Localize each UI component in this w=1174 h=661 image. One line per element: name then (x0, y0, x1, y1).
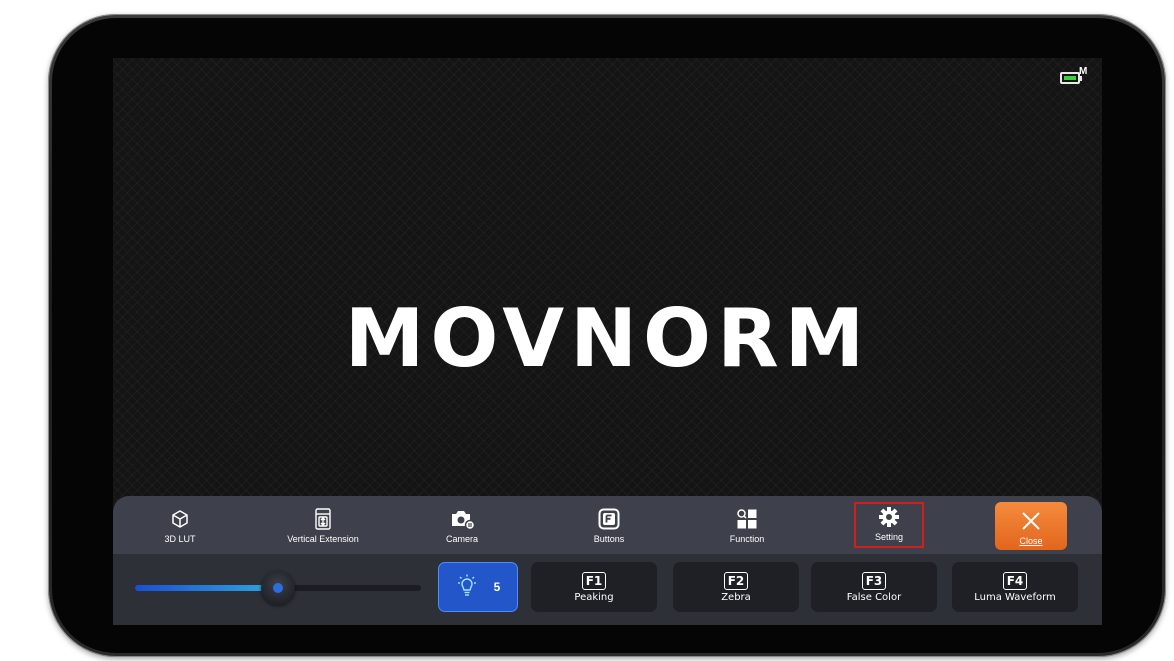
toolbar-item-close[interactable]: Close (995, 502, 1067, 550)
monitor-screen: M MOVNORM 3D LUT Vertical Extension Came… (113, 58, 1102, 625)
function-key-label: Zebra (721, 591, 751, 603)
toolbar-label: 3D LUT (164, 534, 196, 544)
brand-logo: MOVNORM (344, 292, 871, 385)
vertical-extension-icon (314, 507, 332, 531)
toolbar-item-3d-lut[interactable]: 3D LUT (125, 502, 235, 548)
f-button-icon (598, 507, 620, 531)
toolbar-label: Vertical Extension (287, 534, 359, 544)
close-icon (1020, 509, 1042, 533)
quick-controls: 5 F1 Peaking F2 Zebra F3 False Color F4 … (113, 554, 1102, 625)
function-key-f3[interactable]: F3 False Color (811, 562, 937, 612)
function-key-badge: F1 (581, 571, 607, 590)
toolbar-label: Close (1019, 536, 1043, 546)
slider-fill (135, 585, 278, 591)
function-key-badge: F2 (723, 571, 749, 590)
function-key-label: Luma Waveform (974, 591, 1056, 603)
function-key-f4[interactable]: F4 Luma Waveform (952, 562, 1078, 612)
function-key-label: False Color (846, 591, 902, 603)
slider-thumb[interactable] (261, 571, 295, 605)
function-key-badge: F4 (1002, 571, 1028, 590)
toolbar-label: Camera (445, 534, 478, 544)
brightness-value: 5 (493, 580, 501, 594)
camera-icon (449, 507, 475, 531)
toolbar-item-buttons[interactable]: Buttons (554, 502, 664, 548)
function-key-label: Peaking (574, 591, 614, 603)
brightness-icon (456, 574, 478, 601)
brightness-button[interactable]: 5 (438, 562, 518, 612)
function-key-badge: F3 (861, 571, 887, 590)
grid-icon (736, 507, 758, 531)
function-key-f2[interactable]: F2 Zebra (673, 562, 799, 612)
battery-icon: M (1060, 66, 1088, 86)
toolbar-label: Buttons (593, 534, 625, 544)
toolbar-item-setting[interactable]: Setting (854, 502, 924, 548)
toolbar-label: Function (729, 534, 765, 544)
brightness-slider[interactable] (135, 571, 421, 605)
battery-mode-label: M (1079, 66, 1088, 77)
cube-icon (170, 507, 190, 531)
toolbar-item-camera[interactable]: Camera (407, 502, 517, 548)
control-panel: 3D LUT Vertical Extension Camera Buttons… (113, 496, 1102, 625)
toolbar-item-vertical-extension[interactable]: Vertical Extension (268, 502, 378, 548)
toolbar-label: Setting (874, 532, 904, 542)
function-key-f1[interactable]: F1 Peaking (531, 562, 657, 612)
gear-icon (878, 505, 900, 529)
toolbar-item-function[interactable]: Function (692, 502, 802, 548)
toolbar: 3D LUT Vertical Extension Camera Buttons… (113, 496, 1102, 554)
